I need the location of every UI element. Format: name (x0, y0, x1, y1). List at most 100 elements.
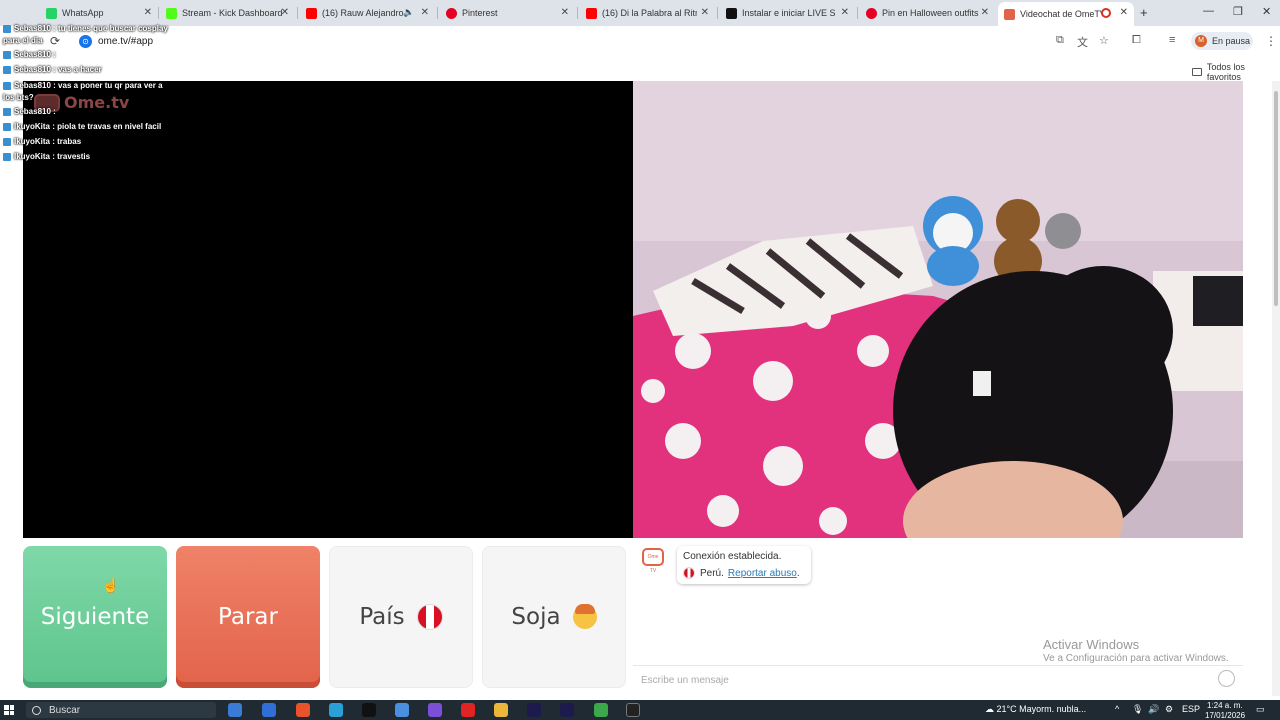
remote-video-image (633, 81, 1243, 538)
profile-button[interactable]: M En pausa (1191, 32, 1253, 50)
speaker-icon[interactable]: 🔊 (1148, 704, 1159, 715)
report-abuse-link[interactable]: Reportar abuso (728, 568, 797, 579)
peru-flag-icon (416, 604, 443, 630)
file-explorer-icon[interactable] (228, 703, 242, 717)
tab-rauw-alejandro[interactable]: (16) Rauw Alejandro 🔈 ✕ (300, 2, 435, 24)
scrollbar-thumb[interactable] (1274, 91, 1278, 306)
bookmark-star-icon[interactable]: ☆ (1099, 34, 1109, 47)
clock-date[interactable]: 17/01/2026 (1205, 711, 1245, 720)
stop-button[interactable]: Parar (176, 546, 320, 688)
media-controls-icon[interactable]: ≡ (1169, 34, 1175, 46)
site-info-icon[interactable]: ⊙ (79, 35, 92, 48)
translate-icon[interactable]: 文 (1077, 34, 1088, 50)
boy-face-icon (572, 604, 597, 629)
close-icon[interactable]: ✕ (981, 7, 989, 18)
firefox-icon[interactable] (296, 703, 310, 717)
close-icon[interactable]: ✕ (1120, 7, 1128, 18)
maximize-icon[interactable]: ❐ (1233, 5, 1243, 18)
kick-badge-icon (3, 153, 11, 161)
store-icon[interactable] (395, 703, 409, 717)
language-indicator[interactable]: ESP (1182, 704, 1200, 714)
windows-taskbar: Buscar ☁ 21°C Mayorm. nubla... ^ 🎙 🔊 ⚙ E… (0, 700, 1280, 720)
new-tab-button[interactable]: + (1140, 5, 1148, 20)
obs-icon[interactable] (626, 703, 640, 717)
local-video (23, 81, 633, 538)
cast-icon[interactable]: ⧉ (1056, 34, 1064, 47)
menu-dots-icon[interactable]: ⋮ (1265, 34, 1277, 48)
windows-start-icon[interactable] (4, 705, 14, 715)
kick-badge-icon (3, 25, 11, 33)
page-scrollbar[interactable] (1272, 81, 1280, 696)
kick-badge-icon (3, 123, 11, 131)
emoji-icon[interactable] (1218, 670, 1235, 687)
overlay-chat-line: IkuyoKita : travestis (3, 152, 90, 161)
mic-icon[interactable]: 🎙 (1132, 704, 1143, 715)
recording-icon (1101, 8, 1111, 18)
app-icon[interactable] (428, 703, 442, 717)
message-input[interactable] (641, 672, 1201, 688)
mouse-cursor-icon: ☝ (102, 577, 120, 593)
peru-flag-icon (683, 567, 695, 579)
country-button[interactable]: País (329, 546, 473, 688)
extensions-icon[interactable]: ⧠ (1132, 34, 1141, 47)
tray-chevron-icon[interactable]: ^ (1115, 704, 1119, 714)
kick-badge-icon (3, 66, 11, 74)
overlay-chat-line: IkuyoKita : piola te travas en nivel fac… (3, 122, 161, 131)
activate-windows-title: Activar Windows (1043, 637, 1140, 652)
overlay-chat-line: IkuyoKita : trabas (3, 137, 81, 146)
overlay-chat-line: Sebas810 : vas a hacer (3, 65, 102, 74)
kick-badge-icon (3, 51, 11, 59)
kick-badge-icon (3, 108, 11, 116)
tab-strip: WhatsApp ✕ Stream - Kick Dashboard ✕ (16… (0, 0, 1280, 26)
after-effects-icon[interactable] (527, 703, 541, 717)
edge-browser-icon[interactable] (329, 703, 343, 717)
gender-button[interactable]: Soja (482, 546, 626, 688)
close-icon[interactable]: ✕ (561, 7, 569, 18)
kick-icon (166, 7, 177, 19)
taskbar-search[interactable]: Buscar (26, 702, 216, 718)
reload-icon[interactable]: ⟳ (50, 34, 60, 48)
weather-widget[interactable]: ☁ 21°C Mayorm. nubla... (985, 704, 1086, 715)
next-button[interactable]: Siguiente (23, 546, 167, 688)
clock-time[interactable]: 1:24 a. m. (1207, 701, 1243, 710)
notifications-icon[interactable]: ▭ (1256, 704, 1265, 715)
overlay-chat-line: Sebas810 : tu tienes que buscar cosplay (3, 24, 168, 33)
remote-video (633, 81, 1243, 538)
close-icon[interactable]: ✕ (841, 7, 849, 18)
close-icon[interactable]: ✕ (701, 7, 709, 18)
tiktok-icon[interactable] (362, 703, 376, 717)
tab-kick-dashboard[interactable]: Stream - Kick Dashboard ✕ (160, 2, 295, 24)
address-bar[interactable]: ome.tv/#app (98, 36, 153, 47)
tab-whatsapp[interactable]: WhatsApp ✕ (40, 2, 158, 24)
close-icon[interactable]: ✕ (144, 7, 152, 18)
window-close-icon[interactable]: ✕ (1262, 5, 1271, 18)
overlay-chat-line: para el dia (3, 36, 43, 45)
minimize-icon[interactable]: — (1203, 5, 1214, 17)
browser-toolbar: ⟳ ⊙ ome.tv/#app ⧉ 文 ☆ ⧠ ≡ M En pausa ⋮ (0, 26, 1280, 56)
edge-icon[interactable] (262, 703, 276, 717)
pinterest-icon (866, 7, 877, 19)
chat-panel: Ome TV Conexión establecida. Perú . Repo… (633, 538, 1243, 696)
tab-pinterest[interactable]: Pinterest ✕ (440, 2, 575, 24)
folder-icon (1192, 68, 1202, 76)
folder-icon[interactable] (494, 703, 508, 717)
tab-ometv[interactable]: Videochat de OmeTV ✕ (998, 2, 1134, 26)
tab-tiktok-live-studio[interactable]: Instalar e iniciar LIVE Stud ✕ (720, 2, 855, 24)
premiere-icon[interactable] (560, 703, 574, 717)
avatar: M (1195, 35, 1207, 47)
chrome-icon[interactable] (594, 703, 608, 717)
tab-pin-halloween[interactable]: Pin en Halloween outfits ✕ (860, 2, 995, 24)
youtube-icon[interactable] (461, 703, 475, 717)
all-bookmarks-button[interactable]: Todos los favoritos (1192, 62, 1280, 82)
network-icon[interactable]: ⚙ (1165, 704, 1173, 715)
ometv-icon (1004, 8, 1015, 20)
tiktok-icon (726, 7, 737, 19)
kick-badge-icon (3, 82, 11, 90)
tab-di-la-palabra[interactable]: (16) Di la Palabra al Ritmo ✕ (580, 2, 715, 24)
close-icon[interactable]: ✕ (281, 7, 289, 18)
speaker-icon[interactable]: 🔈 (403, 7, 414, 18)
overlay-chat-line: Sebas810 : (3, 107, 56, 116)
close-icon[interactable]: ✕ (421, 7, 429, 18)
search-icon (32, 705, 41, 715)
overlay-chat-line: Sebas810 : vas a poner tu qr para ver a (3, 81, 163, 90)
